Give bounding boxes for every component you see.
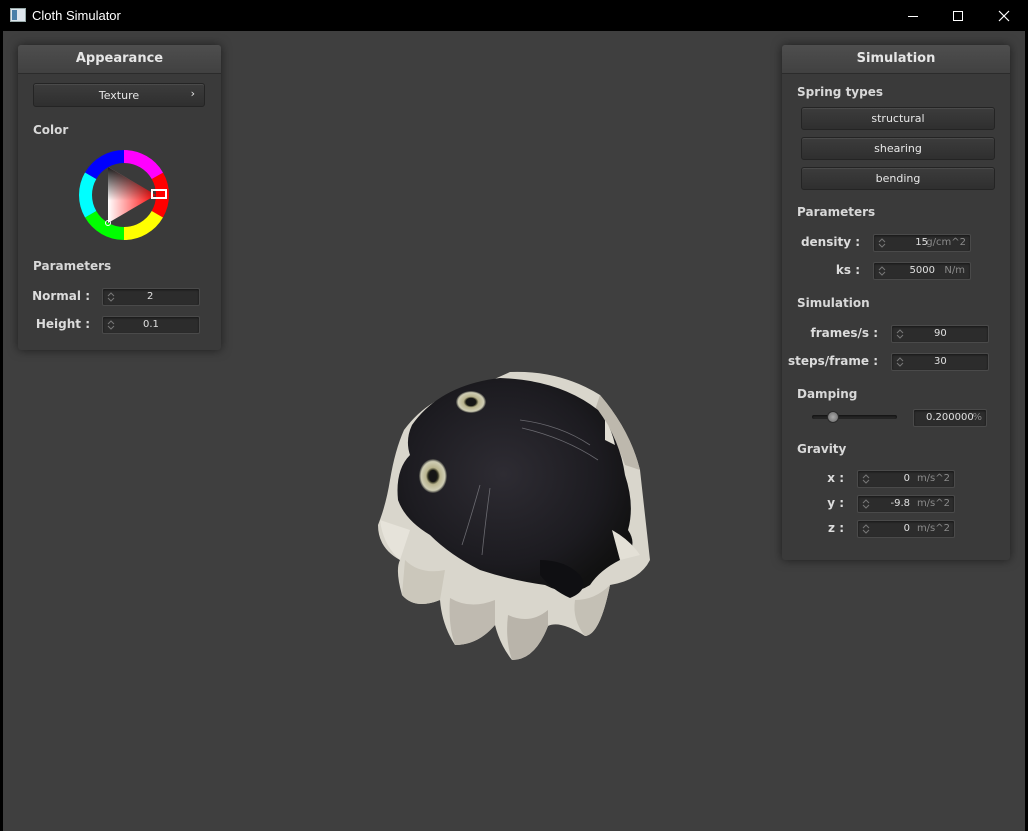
- color-label: Color: [33, 123, 69, 137]
- gravity-x-value: 0: [903, 473, 910, 484]
- shearing-button-label: shearing: [874, 142, 922, 155]
- simulation-panel-title: Simulation: [782, 45, 1010, 74]
- density-label: density :: [800, 235, 860, 249]
- shearing-button[interactable]: shearing: [801, 137, 995, 160]
- spinner-icon: [107, 320, 115, 330]
- minimize-icon: [908, 15, 918, 17]
- gravity-x-input[interactable]: 0 m/s^2: [857, 470, 955, 488]
- cloth-mesh: [378, 371, 650, 660]
- normal-label: Normal :: [32, 289, 90, 303]
- gravity-y-label: y :: [827, 496, 844, 510]
- bending-button-label: bending: [875, 172, 921, 185]
- gravity-z-value: 0: [903, 523, 910, 534]
- appearance-panel: Appearance Texture › Color Parameters No…: [18, 45, 221, 350]
- appearance-panel-title: Appearance: [18, 45, 221, 74]
- bending-button[interactable]: bending: [801, 167, 995, 190]
- damping-slider-knob[interactable]: [826, 411, 839, 423]
- gravity-x-label: x :: [827, 471, 844, 485]
- spinner-icon: [878, 266, 886, 276]
- gravity-label: Gravity: [797, 442, 847, 456]
- frames-per-second-input[interactable]: 90: [891, 325, 989, 343]
- normal-input[interactable]: 2: [102, 288, 200, 306]
- frames-per-second-value: 90: [934, 328, 947, 339]
- ks-input[interactable]: 5000 N/m: [873, 262, 971, 280]
- minimize-button[interactable]: [890, 0, 936, 31]
- color-wheel[interactable]: [74, 145, 174, 245]
- damping-unit: %: [972, 412, 982, 423]
- window-title: Cloth Simulator: [32, 8, 121, 23]
- texture-button[interactable]: Texture ›: [33, 83, 205, 107]
- gravity-z-unit: m/s^2: [916, 523, 950, 534]
- gravity-y-unit: m/s^2: [916, 498, 950, 509]
- normal-value: 2: [147, 291, 154, 302]
- spinner-icon: [896, 357, 904, 367]
- damping-slider-track: [812, 415, 897, 419]
- damping-slider[interactable]: [812, 411, 897, 423]
- gravity-z-input[interactable]: 0 m/s^2: [857, 520, 955, 538]
- simulation-section-label: Simulation: [797, 296, 870, 310]
- steps-per-frame-value: 30: [934, 356, 947, 367]
- gravity-z-label: z :: [828, 521, 844, 535]
- ks-label: ks :: [835, 263, 860, 277]
- damping-label: Damping: [797, 387, 858, 401]
- window-titlebar: Cloth Simulator: [0, 0, 1028, 31]
- appearance-parameters-label: Parameters: [33, 259, 112, 273]
- spinner-icon: [862, 474, 870, 484]
- chevron-right-icon: ›: [190, 87, 195, 100]
- height-label: Height :: [35, 317, 90, 331]
- density-input[interactable]: 15 g/cm^2: [873, 234, 971, 252]
- close-button[interactable]: [981, 0, 1027, 31]
- steps-per-frame-label: steps/frame :: [788, 354, 878, 368]
- maximize-button[interactable]: [935, 0, 981, 31]
- spinner-icon: [878, 238, 886, 248]
- height-input[interactable]: 0.1: [102, 316, 200, 334]
- density-unit: g/cm^2: [926, 237, 966, 248]
- ks-value: 5000: [909, 265, 935, 276]
- simulation-panel: Simulation Spring types structural shear…: [782, 45, 1010, 560]
- steps-per-frame-input[interactable]: 30: [891, 353, 989, 371]
- sim-parameters-label: Parameters: [797, 205, 876, 219]
- gravity-y-input[interactable]: -9.8 m/s^2: [857, 495, 955, 513]
- structural-button[interactable]: structural: [801, 107, 995, 130]
- spinner-icon: [896, 329, 904, 339]
- spinner-icon: [862, 524, 870, 534]
- damping-input[interactable]: 0.200000 %: [913, 409, 987, 427]
- damping-value: 0.200000: [926, 412, 974, 423]
- height-value: 0.1: [143, 319, 159, 330]
- maximize-icon: [953, 10, 963, 21]
- spinner-icon: [107, 292, 115, 302]
- structural-button-label: structural: [871, 112, 925, 125]
- app-icon: [10, 8, 26, 22]
- ks-unit: N/m: [944, 265, 965, 276]
- spinner-icon: [862, 499, 870, 509]
- gravity-x-unit: m/s^2: [916, 473, 950, 484]
- texture-button-label: Texture: [98, 89, 140, 102]
- spring-types-label: Spring types: [797, 85, 884, 99]
- gravity-y-value: -9.8: [890, 498, 910, 509]
- close-icon: [998, 10, 1010, 21]
- frames-per-second-label: frames/s :: [810, 326, 878, 340]
